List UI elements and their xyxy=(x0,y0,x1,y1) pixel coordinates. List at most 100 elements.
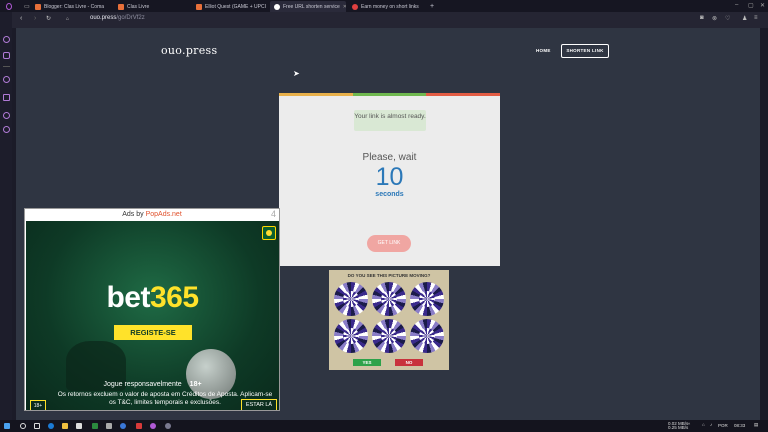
tab-earn-money[interactable]: Earn money on short links xyxy=(348,1,424,12)
new-tab-button[interactable]: + xyxy=(426,1,436,12)
popup-ad[interactable]: Ads by PopAds.net 4 bet365 REGISTE-SE Jo… xyxy=(24,208,280,411)
bar-segment xyxy=(426,93,501,96)
net-down: 0.25 MB/s xyxy=(668,425,689,430)
app-icon[interactable] xyxy=(136,423,142,429)
url-path: /go/DrVf2z xyxy=(116,15,145,21)
tab-strip: ▭ Blogger: Clas Livre - Coma Clas Livre … xyxy=(0,0,768,12)
illusion-disc xyxy=(372,319,406,353)
minimize-icon[interactable]: – xyxy=(735,2,738,8)
site-logo[interactable]: ouo.press xyxy=(161,44,217,57)
menu-icon[interactable]: ≡ xyxy=(754,15,758,21)
responsible-gaming-line: Jogue responsavelmente 18+ xyxy=(26,381,279,388)
illusion-disc xyxy=(410,319,444,353)
app-icon[interactable] xyxy=(120,423,126,429)
settings-icon[interactable] xyxy=(3,126,10,133)
tab-list-button[interactable]: ▭ xyxy=(20,1,30,12)
task-view-icon[interactable] xyxy=(34,423,40,429)
edge-icon[interactable] xyxy=(48,423,54,429)
blogger-icon xyxy=(118,3,124,10)
url-field[interactable]: ouo.press/go/DrVf2z xyxy=(90,15,145,21)
browser-sidebar xyxy=(0,12,12,420)
ad-banner-image[interactable]: bet365 REGISTE-SE Jogue responsavelmente… xyxy=(26,221,279,410)
shorten-link-button[interactable]: SHORTEN LINK xyxy=(561,44,609,58)
camera-icon[interactable]: ◙ xyxy=(700,15,704,21)
ad-close-countdown[interactable]: 4 xyxy=(271,209,276,219)
tray-chevron-icon[interactable]: ^ xyxy=(688,422,690,427)
browser-menu-button[interactable] xyxy=(2,1,16,12)
close-tab-icon[interactable]: ✕ xyxy=(343,4,346,10)
tab-free-url-shorten[interactable]: Free URL shorten service ✕ xyxy=(270,1,346,12)
countdown-number: 10 xyxy=(375,163,404,191)
tabs-icon: ▭ xyxy=(24,4,30,10)
clock[interactable]: 08:33 xyxy=(734,423,745,428)
ad-header: Ads by PopAds.net xyxy=(25,210,279,220)
language-indicator[interactable]: POR xyxy=(718,423,728,428)
reload-icon[interactable]: ↻ xyxy=(46,15,51,22)
logo-word: bet xyxy=(106,281,150,314)
yes-button[interactable]: YES xyxy=(353,359,381,366)
app-icon[interactable] xyxy=(106,423,112,429)
tab-label: Blogger: Clas Livre - Coma xyxy=(44,3,105,10)
heart-icon[interactable]: ♡ xyxy=(725,15,730,22)
tab-label: Elliot Quest (GAME + UPCI xyxy=(205,3,266,10)
bar-segment xyxy=(279,93,353,96)
tab-label: Free URL shorten service xyxy=(283,3,340,10)
notifications-icon[interactable]: ▤ xyxy=(754,422,758,427)
get-link-button[interactable]: GET LINK xyxy=(367,235,411,252)
responsible-text: Jogue responsavelmente xyxy=(103,381,182,388)
register-button[interactable]: REGISTE-SE xyxy=(114,325,192,340)
app-icon[interactable] xyxy=(92,423,98,429)
illusion-ad-title: DO YOU SEE THIS PICTURE MOVING? xyxy=(347,273,431,278)
wait-label: Please, wait xyxy=(362,152,417,163)
volume-icon[interactable]: ♪ xyxy=(710,422,712,427)
illusion-ad[interactable]: DO YOU SEE THIS PICTURE MOVING? YES NO xyxy=(329,270,449,370)
windows-taskbar: 0.02 MB/s 0.25 MB/s ^ ⌂ ♪ POR 08:33 ▤ xyxy=(0,420,768,432)
estar-la-button[interactable]: ESTAR LÁ xyxy=(241,399,277,410)
twitch-icon[interactable] xyxy=(3,52,10,59)
maximize-icon[interactable]: ▢ xyxy=(748,2,754,9)
illusion-disc xyxy=(372,282,406,316)
address-bar: ‹ › ↻ ⌂ ouo.press/go/DrVf2z ◙ ⊗ ♡ ♟ ≡ xyxy=(12,12,768,28)
tab-clas-livre[interactable]: Clas Livre xyxy=(114,1,190,12)
tab-elliot-quest[interactable]: Elliot Quest (GAME + UPCI xyxy=(192,1,268,12)
shield-icon[interactable]: ⊗ xyxy=(712,15,717,22)
back-icon[interactable]: ‹ xyxy=(20,15,22,22)
age-text: 18+ xyxy=(189,381,202,388)
opera-icon xyxy=(6,3,12,10)
site-info-icon[interactable]: ⌂ xyxy=(66,16,69,22)
messenger-icon[interactable] xyxy=(3,36,10,43)
forward-icon[interactable]: › xyxy=(34,15,36,22)
ouo-icon xyxy=(352,3,358,10)
url-host: ouo.press xyxy=(90,15,117,21)
tab-blogger[interactable]: Blogger: Clas Livre - Coma xyxy=(31,1,113,12)
search-icon[interactable] xyxy=(20,423,26,429)
illusion-disc xyxy=(334,282,368,316)
history-icon[interactable] xyxy=(3,76,10,83)
tab-label: Earn money on short links xyxy=(361,3,419,10)
store-icon[interactable] xyxy=(76,423,82,429)
blogger-icon xyxy=(196,3,202,10)
ouo-icon xyxy=(274,3,280,10)
card-color-bar xyxy=(279,93,501,96)
extensions-icon[interactable] xyxy=(3,94,10,101)
close-window-icon[interactable]: ✕ xyxy=(760,2,765,9)
windows-start-icon[interactable] xyxy=(4,423,10,429)
countdown-card: Your link is almost ready. Please, wait … xyxy=(279,93,501,266)
opera-taskbar-icon[interactable] xyxy=(150,423,156,429)
sidebar-divider xyxy=(3,66,10,67)
status-message: Your link is almost ready. xyxy=(354,110,426,131)
ad-brand[interactable]: PopAds.net xyxy=(146,211,182,218)
clock-icon[interactable] xyxy=(3,112,10,119)
nav-home-link[interactable]: HOME xyxy=(536,48,551,53)
file-explorer-icon[interactable] xyxy=(62,423,68,429)
network-icon[interactable]: ⌂ xyxy=(702,422,705,427)
network-speed: 0.02 MB/s 0.25 MB/s xyxy=(668,421,689,430)
bar-segment xyxy=(352,93,427,96)
mouse-cursor-icon: ➤ xyxy=(293,69,300,78)
no-button[interactable]: NO xyxy=(395,359,423,366)
app-icon[interactable] xyxy=(165,423,171,429)
user-icon[interactable]: ♟ xyxy=(742,15,747,22)
tab-label: Clas Livre xyxy=(127,3,150,10)
illusion-disc xyxy=(410,282,444,316)
bet365-logo: bet365 xyxy=(26,281,279,315)
